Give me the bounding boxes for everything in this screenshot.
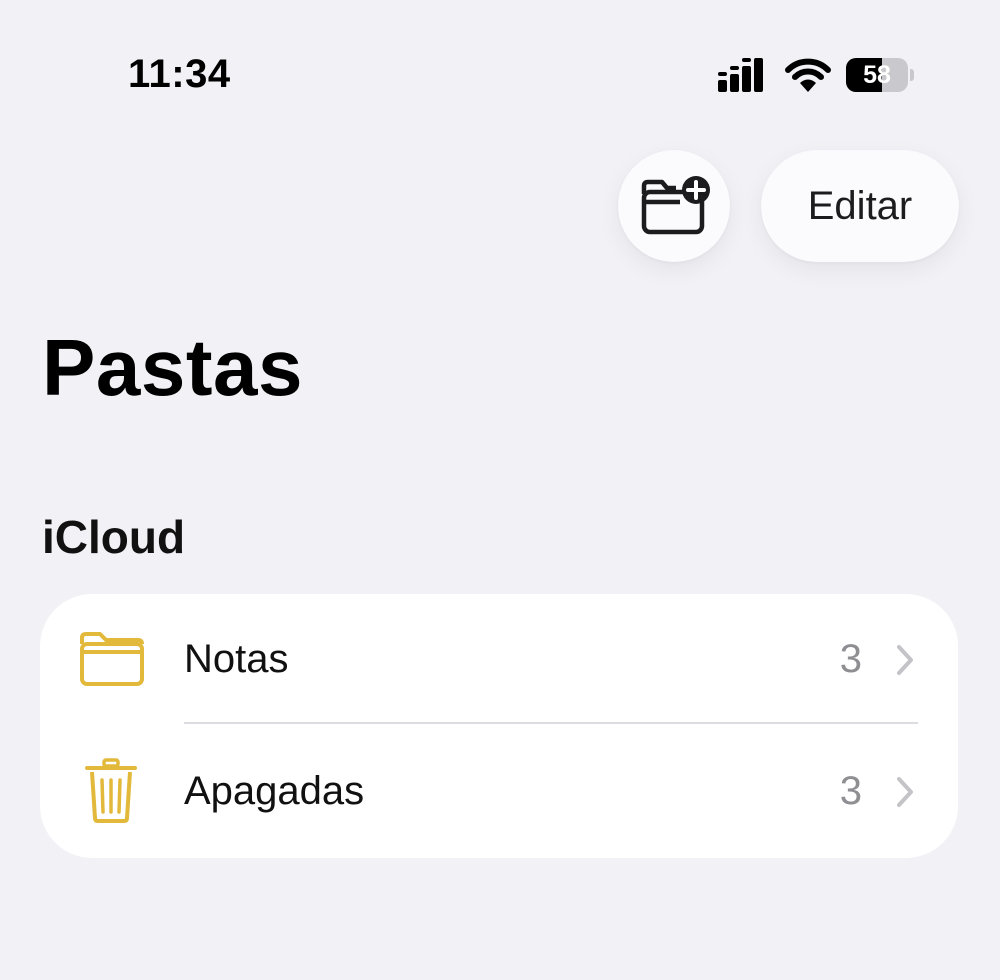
folder-label: Notas	[184, 637, 289, 681]
page-title: Pastas	[42, 323, 303, 412]
battery-body: 58	[846, 58, 908, 92]
battery-cap	[910, 69, 914, 81]
row-divider	[184, 722, 918, 724]
folder-list: Notas 3 Apagadas 3	[40, 594, 958, 858]
battery-percent: 58	[863, 61, 891, 89]
trash-icon	[85, 758, 137, 823]
cellular-signal-icon	[718, 58, 763, 92]
folder-count: 3	[839, 637, 862, 681]
status-time: 11:34	[128, 52, 231, 96]
folder-label: Apagadas	[184, 769, 365, 813]
edit-button[interactable]: Editar	[761, 150, 959, 262]
section-header-icloud: iCloud	[42, 511, 186, 563]
folder-row-apagadas[interactable]: Apagadas 3	[40, 726, 958, 858]
battery-indicator: 58	[846, 58, 914, 92]
folder-count: 3	[839, 769, 862, 813]
folder-plus-icon	[641, 176, 710, 235]
folder-icon	[80, 632, 144, 686]
chevron-right-icon	[897, 777, 913, 807]
folder-row-notas[interactable]: Notas 3	[40, 594, 958, 726]
status-bar: 11:34 58	[0, 0, 1000, 150]
new-folder-button[interactable]	[618, 150, 730, 262]
wifi-icon	[785, 58, 831, 92]
chevron-right-icon	[897, 645, 913, 675]
